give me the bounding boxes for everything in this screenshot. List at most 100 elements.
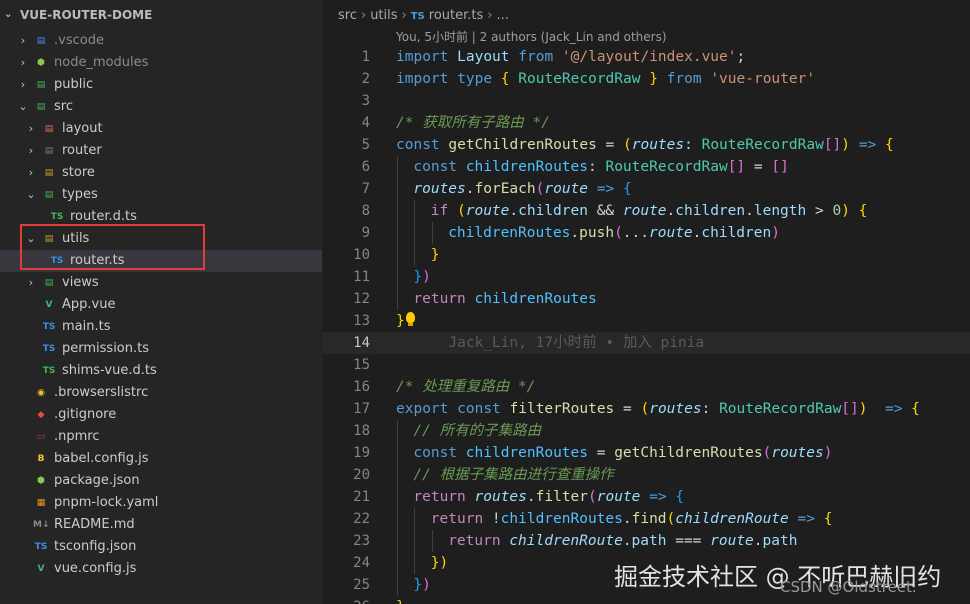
code-line[interactable]: 4 /* 获取所有子路由 */ (322, 112, 970, 134)
code-line[interactable]: 17 export const filterRoutes = (routes: R… (322, 398, 970, 420)
code-text: routes.forEach(route => { (413, 178, 631, 200)
code-token: . (745, 203, 754, 219)
chevron-down-icon[interactable]: ⌄ (25, 184, 37, 206)
tree-item[interactable]: › ▤ views (0, 272, 322, 294)
tree-item[interactable]: Bbabel.config.js (0, 448, 322, 470)
tree-item[interactable]: ◉ .browserslistrc (0, 382, 322, 404)
code-text: } (396, 310, 405, 332)
chevron-right-icon[interactable]: › (17, 52, 29, 74)
code-token: from (518, 49, 554, 65)
code-line[interactable]: 13} (322, 310, 970, 332)
chevron-right-icon[interactable]: › (25, 140, 37, 162)
tree-item[interactable]: › ▤ public (0, 74, 322, 96)
code-line[interactable]: 14 Jack_Lin, 17小时前 • 加入 pinia (322, 332, 970, 354)
code-line[interactable]: 2 import type { RouteRecordRaw } from 'vu… (322, 68, 970, 90)
tree-item[interactable]: ◆ .gitignore (0, 404, 322, 426)
code-token: routes (413, 181, 466, 197)
line-number: 25 (353, 577, 370, 593)
indent-guide (397, 552, 398, 574)
explorer-title[interactable]: ⌄ VUE-ROUTER-DOME (0, 0, 322, 30)
code-line[interactable]: 26} (322, 596, 970, 604)
code-token: if (430, 203, 449, 219)
tree-item[interactable]: TS router.d.ts (0, 206, 322, 228)
breadcrumb-item-file[interactable]: router.ts (429, 8, 484, 23)
tree-item[interactable]: TS shims-vue.d.ts (0, 360, 322, 382)
line-number: 21 (353, 489, 370, 505)
tree-item[interactable]: › ▤ layout (0, 118, 322, 140)
code-line[interactable]: 21 return routes.filter(route => { (322, 486, 970, 508)
tree-item[interactable]: › ▤ store (0, 162, 322, 184)
code-line[interactable]: 20 // 根据子集路由进行查重操作 (322, 464, 970, 486)
indent-guide (397, 178, 398, 200)
code-token: children (675, 203, 746, 219)
tree-item[interactable]: › ▤ .vscode (0, 30, 322, 52)
code-token: => (596, 181, 615, 197)
tree-item[interactable]: › ▤ router (0, 140, 322, 162)
code-line[interactable]: 12 return childrenRoutes (322, 288, 970, 310)
tree-item[interactable]: ⌄ ▤ types (0, 184, 322, 206)
code-line[interactable]: 22 return !childrenRoutes.find(childrenRo… (322, 508, 970, 530)
code-text: // 根据子集路由进行查重操作 (413, 464, 613, 486)
typescript-icon: TS (42, 366, 56, 376)
breadcrumb-item-symbols[interactable]: ... (496, 8, 508, 23)
git-blame-header[interactable]: You, 5小时前 | 2 authors (Jack_Lin and othe… (396, 28, 667, 45)
code-line[interactable]: 10} (322, 244, 970, 266)
line-number: 17 (353, 401, 370, 417)
tree-item[interactable]: V App.vue (0, 294, 322, 316)
tree-item[interactable]: TS router.ts (0, 250, 322, 272)
code-token: => (884, 401, 903, 417)
code-token: && (587, 203, 623, 219)
code-line[interactable]: 8 if (route.children && route.children.le… (322, 200, 970, 222)
code-token: => (797, 511, 815, 527)
tree-item[interactable]: ⌄ ▤ utils (0, 228, 322, 250)
code-token: . (570, 225, 580, 241)
tree-item[interactable]: ▦ pnpm-lock.yaml (0, 492, 322, 514)
code-line[interactable]: 7 routes.forEach(route => { (322, 178, 970, 200)
line-number: 26 (322, 596, 370, 604)
code-token: const (457, 401, 501, 417)
tree-item[interactable]: TS permission.ts (0, 338, 322, 360)
breadcrumb-separator-icon: › (401, 8, 407, 23)
code-token: ) (422, 577, 431, 593)
line-number: 4 (361, 115, 370, 131)
code-line[interactable]: 3 (322, 90, 970, 112)
code-token: length (753, 203, 807, 219)
chevron-right-icon[interactable]: › (25, 162, 37, 184)
tree-item[interactable]: Vvue.config.js (0, 558, 322, 580)
indent-guide (397, 200, 398, 222)
tree-item[interactable]: ⬢ package.json (0, 470, 322, 492)
code-token: } (430, 247, 440, 263)
code-editor[interactable]: src › utils › TS router.ts ›... You, 5小时前 | 2 … (322, 0, 970, 604)
code-line[interactable]: 16 /* 处理重复路由 */ (322, 376, 970, 398)
code-line[interactable]: 23 return childrenRoute.path === route.pa… (322, 530, 970, 552)
tree-item[interactable]: TS tsconfig.json (0, 536, 322, 558)
code-line[interactable]: 6 const childrenRoutes: RouteRecordRaw[] … (322, 156, 970, 178)
tree-item[interactable]: ▭ .npmrc (0, 426, 322, 448)
tree-item[interactable]: M↓ README.md (0, 514, 322, 536)
code-line[interactable]: 19 const childrenRoutes = getChildrenRout… (322, 442, 970, 464)
code-line[interactable]: 5 const getChildrenRoutes = (routes: Rout… (322, 134, 970, 156)
code-line[interactable]: 18 // 所有的子集路由 (322, 420, 970, 442)
code-line[interactable]: 11}) (322, 266, 970, 288)
chevron-down-icon[interactable]: ⌄ (25, 228, 37, 250)
tree-item[interactable]: ⌄ ▤ src (0, 96, 322, 118)
code-line[interactable]: 15 (322, 354, 970, 376)
code-line[interactable]: 9 childrenRoutes.push(...route.children) (322, 222, 970, 244)
tree-item-label: store (62, 165, 95, 180)
code-token: 0 (832, 203, 842, 219)
breadcrumb-item-utils[interactable]: utils (370, 8, 397, 23)
tree-item[interactable]: TS main.ts (0, 316, 322, 338)
chevron-right-icon[interactable]: › (17, 74, 29, 96)
code-line[interactable]: 1 import Layout from '@/layout/index.vue'… (322, 46, 970, 68)
chevron-right-icon[interactable]: › (25, 272, 37, 294)
code-text: const childrenRoutes = getChildrenRoutes… (413, 442, 832, 464)
tree-item-label: .npmrc (54, 429, 100, 444)
chevron-down-icon[interactable]: ⌄ (17, 96, 29, 118)
tree-item[interactable]: › ⬢ node_modules (0, 52, 322, 74)
breadcrumb-item-src[interactable]: src (338, 8, 357, 23)
chevron-right-icon[interactable]: › (17, 30, 29, 52)
lightbulb-icon[interactable] (406, 312, 415, 326)
chevron-right-icon[interactable]: › (25, 118, 37, 140)
